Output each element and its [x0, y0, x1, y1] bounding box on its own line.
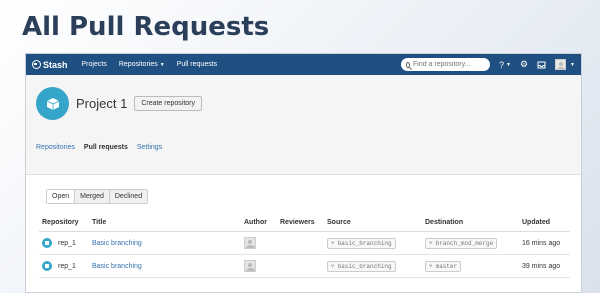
user-avatar[interactable] — [555, 59, 567, 70]
source-branch: basic_branching — [337, 262, 392, 270]
col-title: Title — [89, 216, 241, 232]
tab-pull-requests[interactable]: Pull requests — [84, 144, 128, 151]
repository-name[interactable]: rep_1 — [58, 263, 76, 270]
pull-requests-table: Repository Title Author Reviewers Source… — [39, 216, 570, 278]
title-cell: Basic branching — [89, 231, 241, 255]
project-avatar[interactable] — [36, 87, 69, 120]
branch-icon: ⑂ — [429, 239, 433, 247]
nav-pull-requests[interactable]: Pull requests — [177, 61, 217, 68]
stash-logo-icon — [32, 60, 41, 69]
stash-window: Stash Projects Repositories ▼ Pull reques… — [25, 53, 582, 293]
repository-name[interactable]: rep_1 — [58, 240, 76, 247]
filter-open[interactable]: Open — [47, 190, 75, 203]
col-author: Author — [241, 216, 277, 232]
tab-repositories[interactable]: Repositories — [36, 144, 75, 151]
repository-icon — [42, 238, 52, 248]
col-updated: Updated — [519, 216, 570, 232]
page-heading: All Pull Requests — [22, 12, 270, 42]
author-cell — [241, 254, 277, 278]
destination-cell: ⑂ branch_mod_merge — [422, 231, 519, 255]
pull-requests-content: Open Merged Declined Repository Title Au… — [26, 175, 581, 278]
col-destination: Destination — [422, 216, 519, 232]
col-source: Source — [324, 216, 422, 232]
pr-title-link[interactable]: Basic branching — [92, 240, 142, 247]
destination-branch: branch_mod_merge — [435, 239, 494, 247]
updated-cell: 39 mins ago — [519, 254, 570, 278]
destination-branch: master — [435, 262, 458, 270]
source-branch-badge[interactable]: ⑂ basic_branching — [327, 237, 396, 249]
branch-icon: ⑂ — [331, 239, 335, 247]
pr-title-link[interactable]: Basic branching — [92, 263, 142, 270]
table-row[interactable]: rep_1 Basic branching ⑂ basic_branching ⑂… — [39, 254, 570, 278]
destination-branch-badge[interactable]: ⑂ branch_mod_merge — [425, 237, 498, 249]
chevron-down-icon: ▼ — [506, 61, 511, 68]
inbox-icon[interactable] — [537, 61, 546, 69]
search-input[interactable] — [413, 61, 485, 68]
nav-projects[interactable]: Projects — [82, 61, 107, 68]
author-avatar[interactable] — [244, 237, 256, 249]
filter-merged[interactable]: Merged — [74, 190, 109, 203]
project-title: Project 1 — [76, 96, 128, 111]
branch-icon: ⑂ — [331, 262, 335, 270]
source-cell: ⑂ basic_branching — [324, 254, 422, 278]
stash-logo[interactable]: Stash — [32, 60, 68, 70]
tab-settings[interactable]: Settings — [137, 144, 162, 151]
cube-icon — [46, 97, 59, 110]
chevron-down-icon: ▼ — [159, 62, 165, 68]
reviewers-cell — [277, 231, 324, 255]
repository-icon — [42, 261, 52, 271]
col-repository: Repository — [39, 216, 89, 232]
title-cell: Basic branching — [89, 254, 241, 278]
gear-icon[interactable]: ⚙ — [520, 59, 528, 70]
repository-cell: rep_1 — [39, 231, 89, 255]
help-icon-glyph: ? — [499, 59, 505, 70]
repository-cell: rep_1 — [39, 254, 89, 278]
source-cell: ⑂ basic_branching — [324, 231, 422, 255]
table-header-row: Repository Title Author Reviewers Source… — [39, 216, 570, 232]
pr-state-filter: Open Merged Declined — [46, 189, 149, 204]
chevron-down-icon[interactable]: ▼ — [570, 62, 575, 68]
col-reviewers: Reviewers — [277, 216, 324, 232]
project-tabs: Repositories Pull requests Settings — [26, 144, 581, 151]
author-cell — [241, 231, 277, 255]
source-branch-badge[interactable]: ⑂ basic_branching — [327, 260, 396, 272]
create-repository-button[interactable]: Create repository — [134, 96, 203, 111]
updated-cell: 16 mins ago — [519, 231, 570, 255]
table-row[interactable]: rep_1 Basic branching ⑂ basic_branching ⑂… — [39, 231, 570, 255]
reviewers-cell — [277, 254, 324, 278]
project-header: Project 1 Create repository Repositories… — [26, 75, 581, 175]
branch-icon: ⑂ — [429, 262, 433, 270]
author-avatar[interactable] — [244, 260, 256, 272]
destination-cell: ⑂ master — [422, 254, 519, 278]
nav-repositories-label: Repositories — [118, 61, 158, 68]
inbox-icon-svg — [537, 61, 546, 68]
filter-declined[interactable]: Declined — [108, 190, 148, 203]
nav-repositories[interactable]: Repositories ▼ — [119, 61, 165, 68]
repository-search[interactable] — [401, 58, 490, 71]
search-icon — [406, 61, 410, 68]
source-branch: basic_branching — [337, 239, 392, 247]
destination-branch-badge[interactable]: ⑂ master — [425, 260, 462, 272]
brand-label: Stash — [43, 59, 68, 70]
top-navigation-bar: Stash Projects Repositories ▼ Pull reques… — [26, 54, 581, 75]
help-icon[interactable]: ? ▼ — [499, 60, 511, 70]
